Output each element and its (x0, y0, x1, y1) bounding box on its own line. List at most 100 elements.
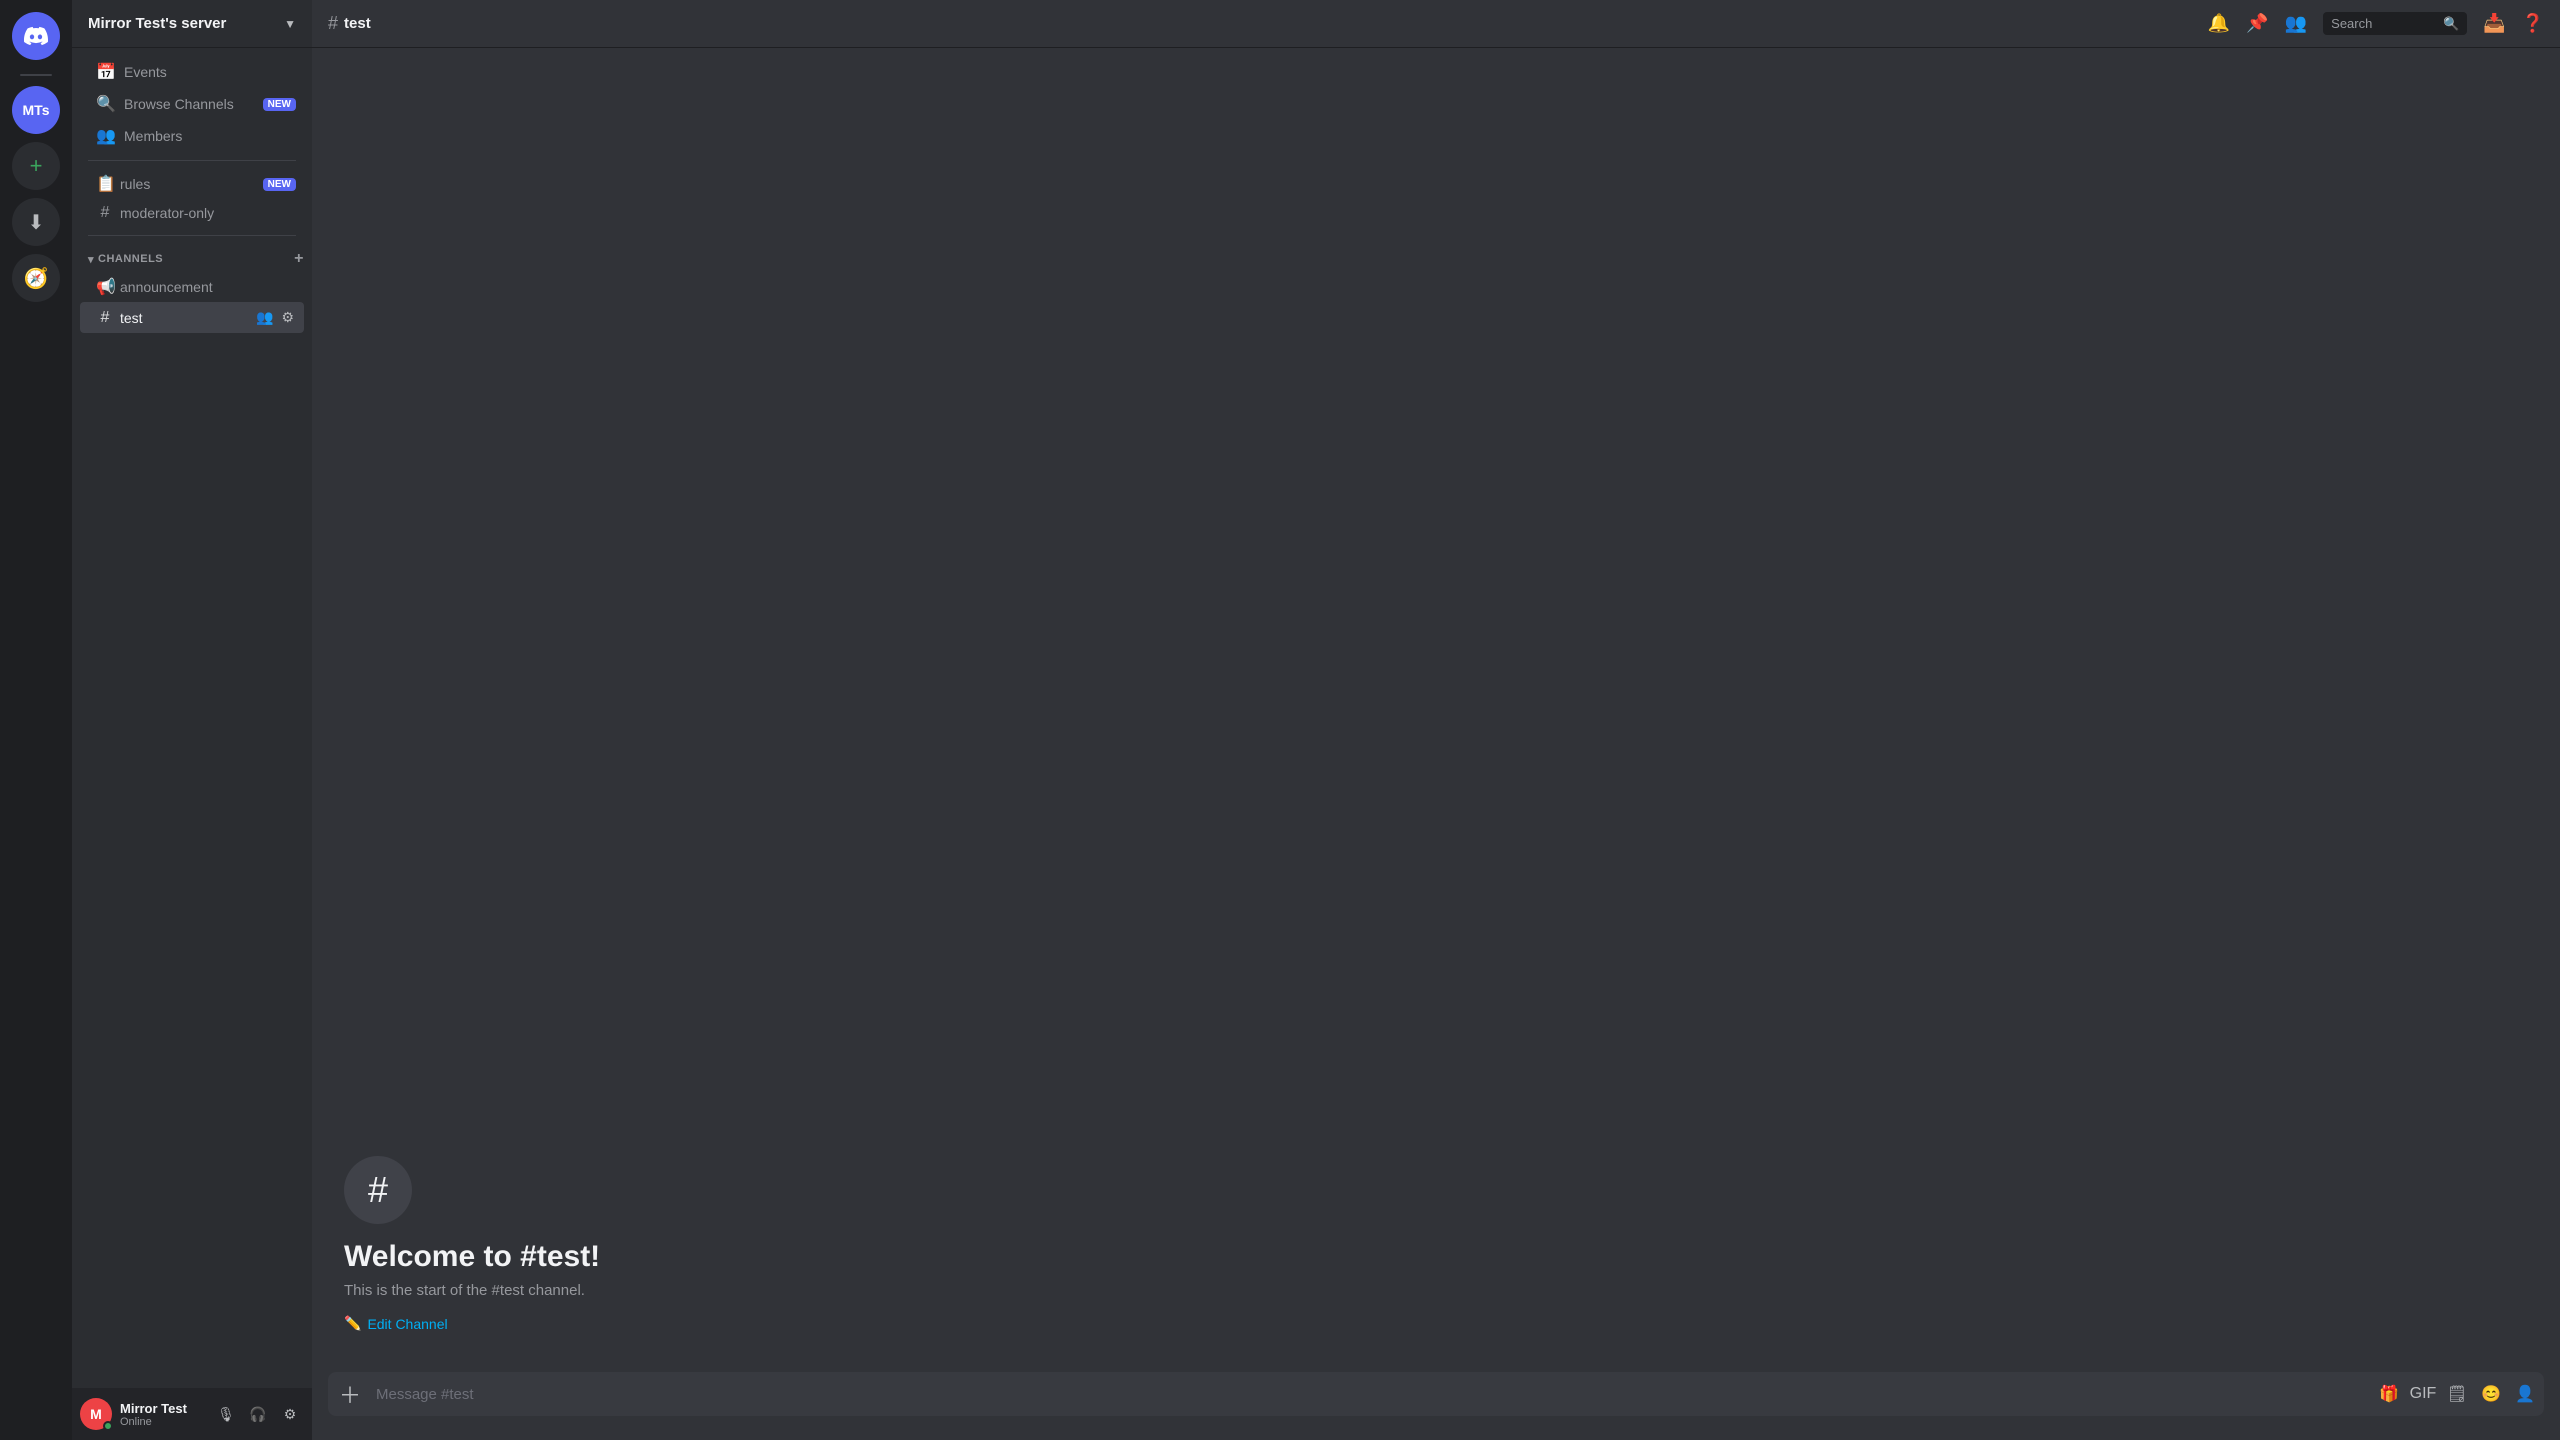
browse-channels-badge: NEW (263, 98, 296, 111)
sidebar-content: 📅 Events 🔍 Browse Channels NEW 👥 Members… (72, 48, 312, 1388)
emoji-icon: 😊 (2481, 1384, 2501, 1404)
messages-area: # Welcome to #test! This is the start of… (312, 48, 2560, 1372)
user-info: Mirror Test Online (120, 1401, 204, 1428)
message-input-wrapper: ＋ 🎁 GIF 🗒 😊 (328, 1372, 2544, 1416)
rules-channel-icon: 📋 (96, 174, 114, 194)
welcome-section: # Welcome to #test! This is the start of… (312, 1140, 2560, 1356)
main-content: # test 🔔 📌 👥 🔍 📥 ❓ # Welcome to #test! T… (312, 0, 2560, 1440)
user-name-text: Mirror Test (120, 1401, 204, 1416)
channel-invite-button[interactable]: 👥 (254, 307, 275, 328)
channel-item-announcement[interactable]: 📢 announcement (80, 272, 304, 302)
gif-icon: GIF (2410, 1385, 2437, 1403)
plus-icon: + (30, 153, 43, 179)
inbox-icon[interactable]: 📥 (2483, 13, 2505, 34)
message-add-button[interactable]: ＋ (328, 1372, 372, 1416)
sidebar-divider-2 (88, 235, 296, 236)
message-input[interactable] (376, 1375, 2370, 1414)
message-actions: 🎁 GIF 🗒 😊 👤 (2374, 1379, 2540, 1409)
user-avatar-initials: M (90, 1406, 102, 1422)
announcement-icon: 📢 (96, 277, 114, 297)
gift-button[interactable]: 🎁 (2374, 1379, 2404, 1409)
download-icon: ⬇ (28, 210, 45, 235)
mention-icon: 👤 (2515, 1384, 2535, 1404)
rules-channel-label: rules (120, 176, 150, 192)
server-rail: MTs + ⬇ 🧭 (0, 0, 72, 1440)
channel-item-test[interactable]: # test 👥 ⚙ (80, 302, 304, 333)
add-attachment-icon: ＋ (339, 1378, 361, 1410)
welcome-title: Welcome to #test! (344, 1240, 2528, 1274)
headset-button[interactable]: 🎧 (244, 1400, 272, 1428)
hash-icon-mod: # (96, 204, 114, 222)
user-status-indicator (103, 1421, 113, 1431)
members-label: Members (124, 128, 182, 144)
topbar-channel-name: test (344, 15, 371, 32)
headset-icon: 🎧 (249, 1406, 266, 1423)
search-container: 🔍 (2323, 12, 2467, 35)
welcome-description: This is the start of the #test channel. (344, 1282, 2528, 1299)
server-name-text: Mirror Test's server (88, 15, 226, 32)
channel-test-actions: 👥 ⚙ (254, 307, 296, 328)
user-actions: 🎙 🎧 ⚙ (212, 1400, 304, 1428)
moderator-only-label: moderator-only (120, 205, 214, 221)
topbar: # test 🔔 📌 👥 🔍 📥 ❓ (312, 0, 2560, 48)
members-list-icon[interactable]: 👥 (2285, 13, 2307, 34)
edit-channel-link[interactable]: ✏️ Edit Channel (344, 1315, 2528, 1332)
sticker-icon: 🗒 (2447, 1384, 2467, 1404)
discord-home-button[interactable] (12, 12, 60, 60)
rules-badge: NEW (263, 178, 296, 191)
explore-button[interactable]: 🧭 (12, 254, 60, 302)
chat-area: # Welcome to #test! This is the start of… (312, 48, 2560, 1440)
user-avatar: M (80, 1398, 112, 1430)
message-input-area: ＋ 🎁 GIF 🗒 😊 (312, 1372, 2560, 1440)
sidebar: Mirror Test's server ▼ 📅 Events 🔍 Browse… (72, 0, 312, 1440)
welcome-hash-symbol: # (368, 1169, 388, 1211)
sidebar-divider-1 (88, 160, 296, 161)
rail-divider (20, 74, 52, 76)
server-button-mirror-test[interactable]: MTs (12, 86, 60, 134)
add-channel-button[interactable]: + (294, 250, 304, 268)
topbar-channel-info: # test (328, 13, 371, 34)
channel-settings-button[interactable]: ⚙ (279, 307, 296, 328)
sidebar-item-members[interactable]: 👥 Members (80, 120, 304, 152)
threads-icon[interactable]: 🔔 (2208, 13, 2230, 34)
pinned-messages-icon[interactable]: 📌 (2246, 13, 2268, 34)
events-label: Events (124, 64, 167, 80)
channel-item-moderator-only[interactable]: # moderator-only (80, 199, 304, 227)
download-button[interactable]: ⬇ (12, 198, 60, 246)
topbar-actions: 🔔 📌 👥 🔍 📥 ❓ (2208, 12, 2544, 35)
deafen-icon: 🎙 (217, 1406, 235, 1423)
browse-channels-label: Browse Channels (124, 96, 234, 112)
edit-channel-label: Edit Channel (367, 1316, 447, 1332)
server-name-header[interactable]: Mirror Test's server ▼ (72, 0, 312, 48)
emoji-button[interactable]: 😊 (2476, 1379, 2506, 1409)
gif-button[interactable]: GIF (2408, 1379, 2438, 1409)
hash-icon-test: # (96, 309, 114, 327)
channels-section-chevron: ▾ (88, 253, 94, 266)
server-dropdown-chevron: ▼ (284, 17, 296, 31)
user-settings-button[interactable]: ⚙ (276, 1400, 304, 1428)
user-panel: M Mirror Test Online 🎙 🎧 ⚙ (72, 1388, 312, 1440)
add-server-button[interactable]: + (12, 142, 60, 190)
test-channel-label: test (120, 310, 143, 326)
sticker-button[interactable]: 🗒 (2442, 1379, 2472, 1409)
channels-section-label: CHANNELS (98, 253, 163, 265)
announcement-channel-label: announcement (120, 279, 213, 295)
welcome-channel-icon: # (344, 1156, 412, 1224)
sidebar-item-events[interactable]: 📅 Events (80, 56, 304, 88)
edit-icon: ✏️ (344, 1315, 361, 1332)
browse-channels-icon: 🔍 (96, 94, 116, 114)
gift-icon: 🎁 (2379, 1384, 2399, 1404)
channels-section-header[interactable]: ▾ CHANNELS + (72, 244, 312, 272)
deafen-button[interactable]: 🎙 (212, 1400, 240, 1428)
members-icon: 👥 (96, 126, 116, 146)
topbar-hash-icon: # (328, 13, 338, 34)
events-icon: 📅 (96, 62, 116, 82)
help-icon[interactable]: ❓ (2522, 13, 2544, 34)
channel-item-rules[interactable]: 📋 rules NEW (80, 169, 304, 199)
mention-button[interactable]: 👤 (2510, 1379, 2540, 1409)
search-input[interactable] (2323, 12, 2467, 35)
user-status-text: Online (120, 1416, 204, 1428)
compass-icon: 🧭 (24, 266, 49, 291)
sidebar-item-browse-channels[interactable]: 🔍 Browse Channels NEW (80, 88, 304, 120)
settings-icon: ⚙ (284, 1406, 297, 1423)
